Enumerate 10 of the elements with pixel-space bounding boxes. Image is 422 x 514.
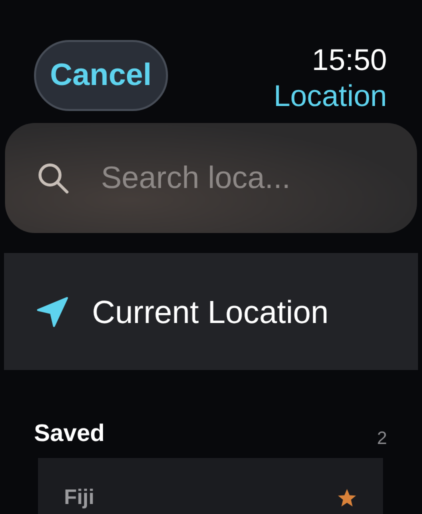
screen-title: Location: [274, 79, 387, 115]
item-count: 2: [376, 427, 387, 450]
section-heading: Saved: [34, 419, 105, 449]
location-arrow-icon: [36, 296, 68, 328]
search-field[interactable]: Search loca...: [5, 123, 417, 233]
cancel-button[interactable]: Cancel: [34, 40, 168, 111]
current-location-row[interactable]: Current Location: [4, 253, 418, 370]
clock-time: 15:50: [312, 43, 387, 79]
saved-location-row[interactable]: Fiji: [38, 458, 383, 514]
search-icon: [37, 162, 69, 194]
